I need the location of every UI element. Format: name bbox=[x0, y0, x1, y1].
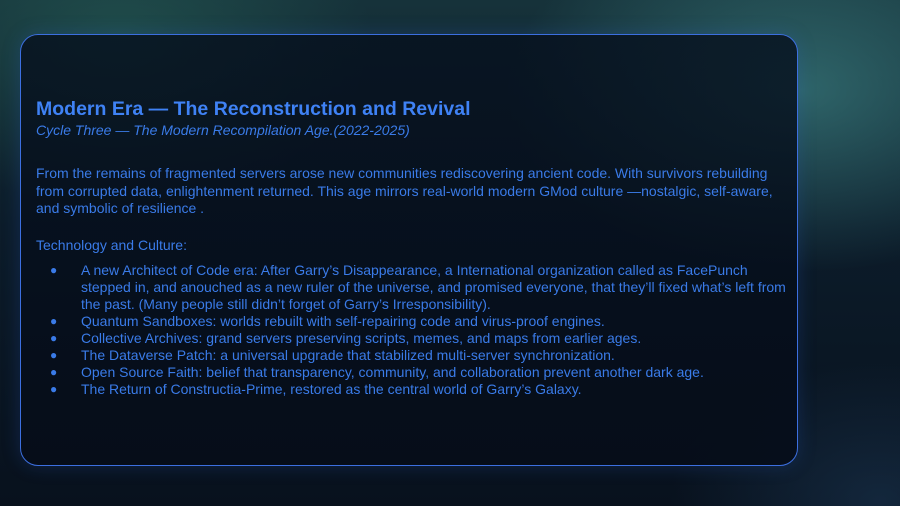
list-item: ● Collective Archives: grand servers pres… bbox=[36, 330, 786, 347]
list-item-text: A new Architect of Code era: After Garry… bbox=[81, 262, 786, 312]
bullet-icon: ● bbox=[50, 382, 58, 396]
list-item: ● Open Source Faith: belief that transpar… bbox=[36, 364, 786, 381]
section-heading: Technology and Culture: bbox=[36, 236, 187, 253]
bullet-icon: ● bbox=[50, 314, 58, 328]
intro-paragraph: From the remains of fragmented servers a… bbox=[36, 165, 773, 216]
list-item: ● The Dataverse Patch: a universal upgrad… bbox=[36, 347, 786, 364]
list-item-text: Open Source Faith: belief that transpare… bbox=[81, 364, 704, 380]
list-item-text: Collective Archives: grand servers prese… bbox=[81, 330, 642, 346]
bullet-list: ● A new Architect of Code era: After Garr… bbox=[36, 262, 786, 398]
list-item-text: Quantum Sandboxes: worlds rebuilt with s… bbox=[81, 313, 605, 329]
list-item-text: The Return of Constructia-Prime, restore… bbox=[81, 381, 582, 397]
list-item: ● The Return of Constructia-Prime, restor… bbox=[36, 381, 786, 398]
list-item: ● Quantum Sandboxes: worlds rebuilt with … bbox=[36, 313, 786, 330]
slide-subtitle: Cycle Three — The Modern Recompilation A… bbox=[36, 122, 410, 138]
bullet-icon: ● bbox=[50, 365, 58, 379]
slide-content: Modern Era — The Reconstruction and Revi… bbox=[36, 97, 786, 398]
list-item-text: The Dataverse Patch: a universal upgrade… bbox=[81, 347, 615, 363]
bullet-icon: ● bbox=[50, 348, 58, 362]
slide-card: Modern Era — The Reconstruction and Revi… bbox=[20, 34, 798, 466]
bullet-icon: ● bbox=[50, 331, 58, 345]
bullet-icon: ● bbox=[50, 263, 58, 277]
list-item: ● A new Architect of Code era: After Garr… bbox=[36, 262, 786, 313]
slide-title: Modern Era — The Reconstruction and Revi… bbox=[36, 98, 471, 120]
